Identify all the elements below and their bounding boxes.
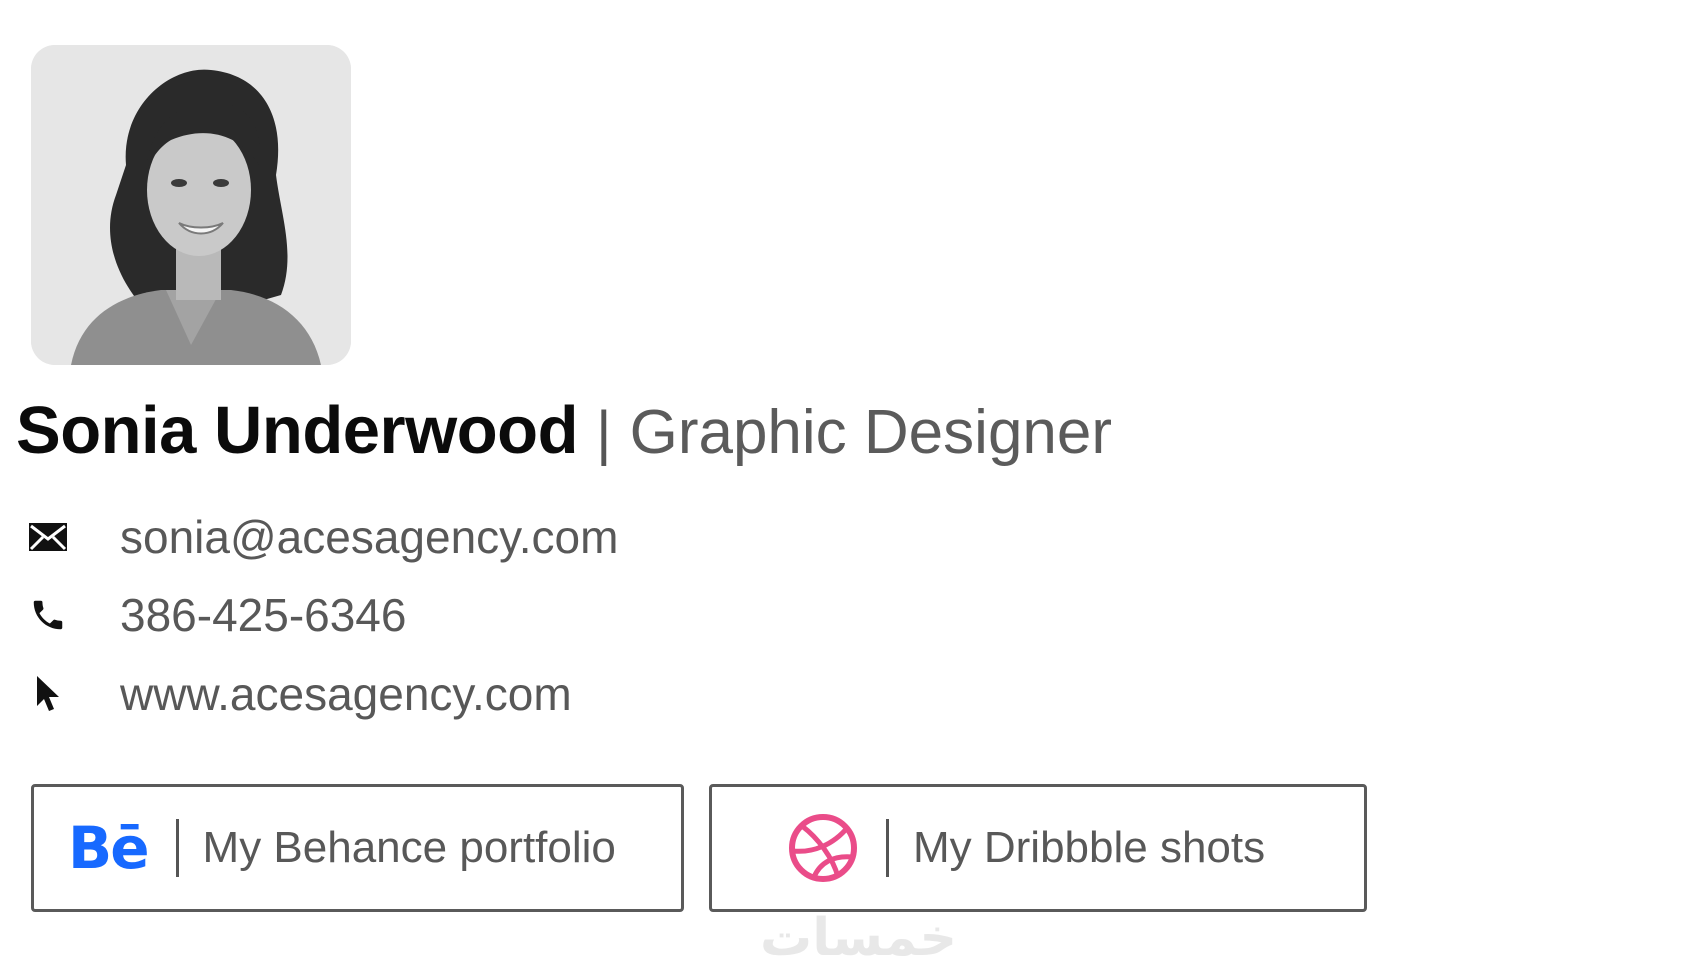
- phone-icon: [26, 593, 70, 637]
- name-title-row: Sonia Underwood | Graphic Designer: [16, 392, 1112, 469]
- title-separator: |: [596, 399, 612, 466]
- avatar: [31, 45, 351, 365]
- behance-button-label: My Behance portfolio: [202, 823, 616, 872]
- envelope-icon: [26, 515, 70, 559]
- website-link[interactable]: www.acesagency.com: [120, 667, 572, 721]
- phone-link[interactable]: 386-425-6346: [120, 588, 406, 642]
- button-divider: [886, 819, 889, 877]
- button-divider: [175, 819, 179, 877]
- contact-email[interactable]: sonia@acesagency.com: [26, 510, 618, 564]
- dribbble-button-label: My Dribbble shots: [913, 823, 1266, 872]
- profile-photo: [31, 45, 351, 365]
- contact-phone[interactable]: 386-425-6346: [26, 588, 406, 642]
- behance-logo: Bē: [68, 814, 150, 882]
- cursor-icon: [26, 672, 70, 716]
- contact-website[interactable]: www.acesagency.com: [26, 667, 572, 721]
- email-link[interactable]: sonia@acesagency.com: [120, 510, 618, 564]
- watermark: خمسات: [760, 908, 958, 968]
- dribbble-shots-button[interactable]: My Dribbble shots: [709, 784, 1367, 912]
- person-name: Sonia Underwood: [16, 393, 579, 468]
- dribbble-icon: [788, 813, 858, 883]
- behance-icon: Bē: [68, 814, 150, 882]
- job-title: Graphic Designer: [629, 398, 1113, 467]
- behance-portfolio-button[interactable]: Bē My Behance portfolio: [31, 784, 684, 912]
